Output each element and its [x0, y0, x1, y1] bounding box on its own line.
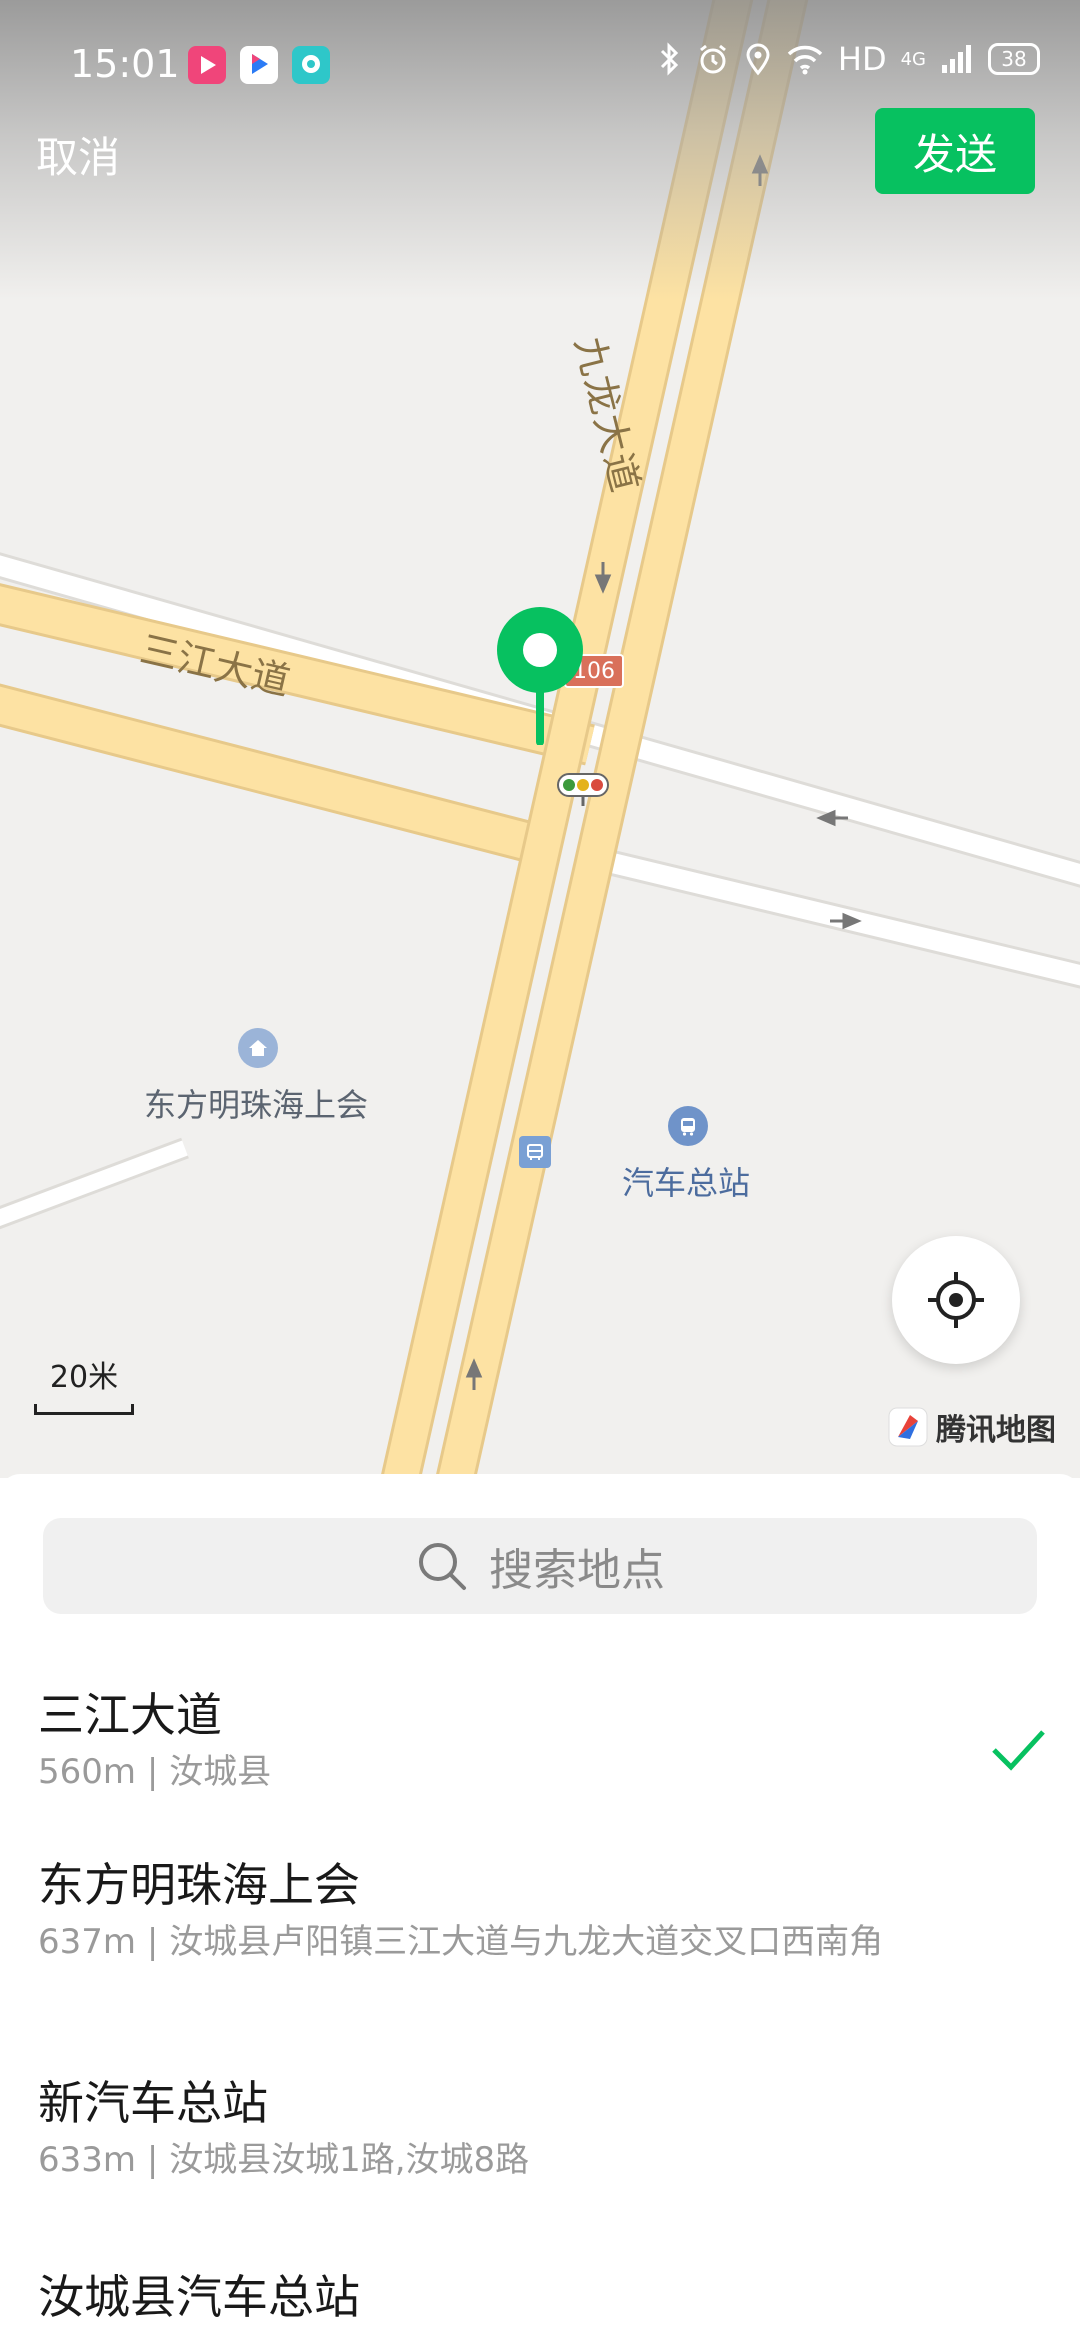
checkmark-icon — [992, 1730, 1045, 1771]
place-detail: 633m | 汝城县汝城1路,汝城8路 — [38, 2140, 530, 2180]
poi-label-bus-station[interactable]: 汽车总站 — [622, 1158, 750, 1204]
signal-strength-icon — [942, 45, 971, 73]
video-app-icon — [188, 46, 226, 84]
bluetooth-icon — [660, 42, 679, 76]
map-view[interactable]: 106 九龙大道 三江大道 东方明珠海上会 汽车总站 20米 腾讯地图 15:0… — [0, 0, 1080, 1478]
network-label: HD — [837, 40, 887, 78]
scale-bar — [34, 1404, 134, 1415]
map-scale: 20米 — [34, 1352, 134, 1415]
send-button[interactable]: 发送 — [875, 108, 1035, 194]
battery-level: 38 — [1001, 47, 1027, 71]
bus-stop-icon[interactable] — [519, 1136, 551, 1168]
place-name: 汝城县汽车总站 — [38, 2270, 360, 2324]
battery-indicator: 38 — [988, 43, 1040, 75]
scale-label: 20米 — [49, 1360, 119, 1395]
place-name: 三江大道 — [38, 1688, 222, 1742]
place-list: 三江大道 560m | 汝城县 东方明珠海上会 637m | 汝城县卢阳镇三江大… — [0, 1684, 1080, 2346]
youku-app-icon — [240, 46, 278, 84]
place-detail: 637m | 汝城县卢阳镇三江大道与九龙大道交叉口西南角 — [38, 1922, 884, 1962]
alarm-icon — [699, 44, 726, 74]
signal-label: 4G — [900, 48, 926, 70]
status-indicators: HD 4G 38 — [658, 40, 1040, 78]
home-icon[interactable] — [238, 1028, 278, 1068]
place-detail: 560m | 汝城县 — [38, 1752, 272, 1792]
wifi-icon — [787, 45, 823, 75]
location-pin-icon[interactable] — [495, 605, 585, 749]
search-placeholder: 搜索地点 — [489, 1545, 665, 1596]
place-name: 新汽车总站 — [38, 2076, 268, 2130]
poi-label-dongfang[interactable]: 东方明珠海上会 — [144, 1080, 368, 1126]
place-name: 东方明珠海上会 — [38, 1858, 360, 1912]
map-provider-logo: 腾讯地图 — [888, 1405, 1056, 1449]
place-picker-sheet: 搜索地点 三江大道 560m | 汝城县 东方明珠海上会 637m | 汝城县卢… — [0, 1474, 1080, 2340]
tencent-map-icon — [888, 1407, 928, 1447]
list-item[interactable]: 汝城县汽车总站 — [0, 2266, 1080, 2346]
list-item[interactable]: 三江大道 560m | 汝城县 — [0, 1684, 1080, 1854]
search-input[interactable]: 搜索地点 — [43, 1518, 1037, 1614]
cancel-button[interactable]: 取消 — [36, 124, 120, 185]
list-item[interactable]: 东方明珠海上会 637m | 汝城县卢阳镇三江大道与九龙大道交叉口西南角 — [0, 1854, 1080, 2072]
crosshair-icon — [928, 1272, 984, 1328]
status-time: 15:01 — [70, 42, 180, 86]
locate-me-button[interactable] — [892, 1236, 1020, 1364]
location-icon — [746, 43, 770, 76]
search-icon — [419, 1543, 466, 1590]
bus-icon[interactable] — [668, 1106, 708, 1146]
chat-app-icon — [292, 46, 330, 84]
map-provider-label: 腾讯地图 — [936, 1413, 1056, 1448]
list-item[interactable]: 新汽车总站 633m | 汝城县汝城1路,汝城8路 — [0, 2072, 1080, 2266]
